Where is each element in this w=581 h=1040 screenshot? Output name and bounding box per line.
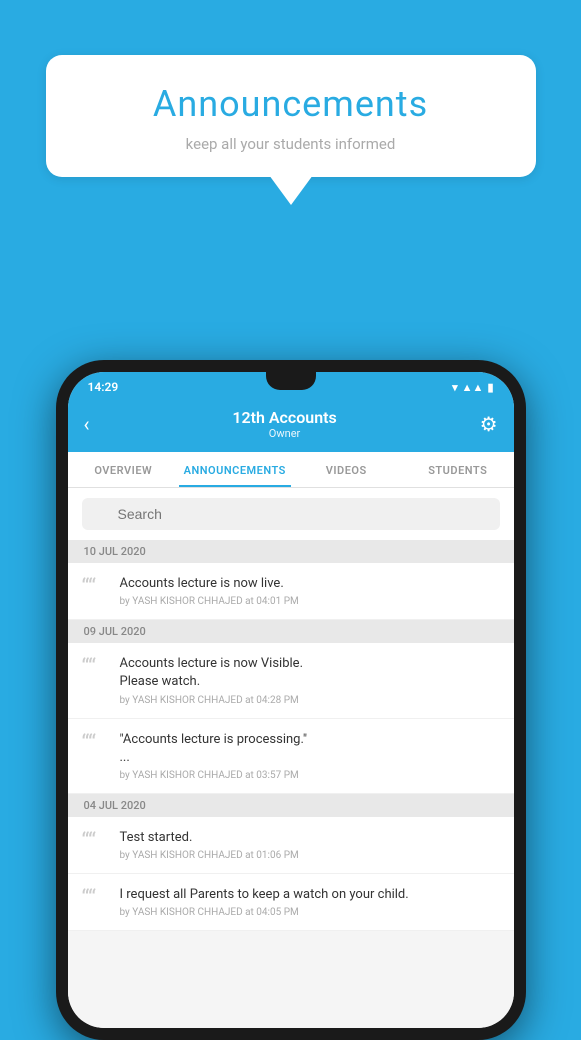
status-time: 14:29 (88, 380, 119, 394)
app-bar: ‹ 12th Accounts Owner ⚙ (68, 398, 514, 452)
date-header: 09 JUL 2020 (68, 620, 514, 643)
quote-icon: ““ (82, 577, 108, 599)
announcement-meta: by YASH KISHOR CHHAJED at 03:57 PM (120, 770, 500, 781)
announcement-content: I request all Parents to keep a watch on… (120, 886, 500, 918)
app-bar-title-group: 12th Accounts Owner (232, 408, 336, 440)
bubble-subtitle: keep all your students informed (76, 135, 506, 153)
search-container: 🔍 (68, 488, 514, 540)
announcement-text: Accounts lecture is now Visible. Please … (120, 655, 500, 691)
announcement-content: "Accounts lecture is processing." ... by … (120, 731, 500, 781)
date-header: 04 JUL 2020 (68, 794, 514, 817)
announcement-item: ““ Accounts lecture is now live. by YASH K… (68, 563, 514, 620)
tab-videos[interactable]: VIDEOS (291, 452, 403, 487)
app-bar-subtitle: Owner (232, 427, 336, 440)
settings-button[interactable]: ⚙ (480, 412, 498, 436)
date-header: 10 JUL 2020 (68, 540, 514, 563)
back-button[interactable]: ‹ (84, 412, 90, 436)
status-bar: 14:29 ▾ ▲▲ ▮ (68, 372, 514, 398)
content-area[interactable]: 10 JUL 2020 ““ Accounts lecture is now liv… (68, 540, 514, 1028)
battery-icon: ▮ (487, 381, 493, 394)
announcement-text: I request all Parents to keep a watch on… (120, 886, 500, 904)
phone-mockup: 14:29 ▾ ▲▲ ▮ ‹ 12th Accounts Owner ⚙ OVE… (56, 360, 526, 1040)
bubble-title: Announcements (76, 83, 506, 125)
tabs-bar: OVERVIEW ANNOUNCEMENTS VIDEOS STUDENTS (68, 452, 514, 488)
announcement-text: Accounts lecture is now live. (120, 575, 500, 593)
announcement-bubble: Announcements keep all your students inf… (46, 55, 536, 177)
announcement-item: ““ "Accounts lecture is processing." ... b… (68, 719, 514, 794)
signal-icon: ▲▲ (462, 381, 484, 394)
quote-icon: ““ (82, 888, 108, 910)
announcement-meta: by YASH KISHOR CHHAJED at 04:05 PM (120, 907, 500, 918)
announcement-item: ““ Accounts lecture is now Visible. Pleas… (68, 643, 514, 718)
search-wrapper: 🔍 (82, 498, 500, 530)
app-bar-title: 12th Accounts (232, 408, 336, 427)
announcement-text: "Accounts lecture is processing." ... (120, 731, 500, 767)
tab-students[interactable]: STUDENTS (402, 452, 514, 487)
announcement-meta: by YASH KISHOR CHHAJED at 04:28 PM (120, 695, 500, 706)
wifi-icon: ▾ (452, 381, 458, 394)
quote-icon: ““ (82, 733, 108, 755)
announcement-text: Test started. (120, 829, 500, 847)
announcement-content: Accounts lecture is now live. by YASH KIS… (120, 575, 500, 607)
phone-screen: 14:29 ▾ ▲▲ ▮ ‹ 12th Accounts Owner ⚙ OVE… (68, 372, 514, 1028)
announcement-meta: by YASH KISHOR CHHAJED at 04:01 PM (120, 596, 500, 607)
status-icons: ▾ ▲▲ ▮ (452, 381, 493, 394)
announcement-content: Test started. by YASH KISHOR CHHAJED at 0… (120, 829, 500, 861)
announcement-item: ““ Test started. by YASH KISHOR CHHAJED at… (68, 817, 514, 874)
announcement-meta: by YASH KISHOR CHHAJED at 01:06 PM (120, 850, 500, 861)
notch (266, 372, 316, 390)
tab-overview[interactable]: OVERVIEW (68, 452, 180, 487)
tab-announcements[interactable]: ANNOUNCEMENTS (179, 452, 291, 487)
announcement-item: ““ I request all Parents to keep a watch … (68, 874, 514, 931)
quote-icon: ““ (82, 657, 108, 679)
search-input[interactable] (82, 498, 500, 530)
announcement-content: Accounts lecture is now Visible. Please … (120, 655, 500, 705)
quote-icon: ““ (82, 831, 108, 853)
